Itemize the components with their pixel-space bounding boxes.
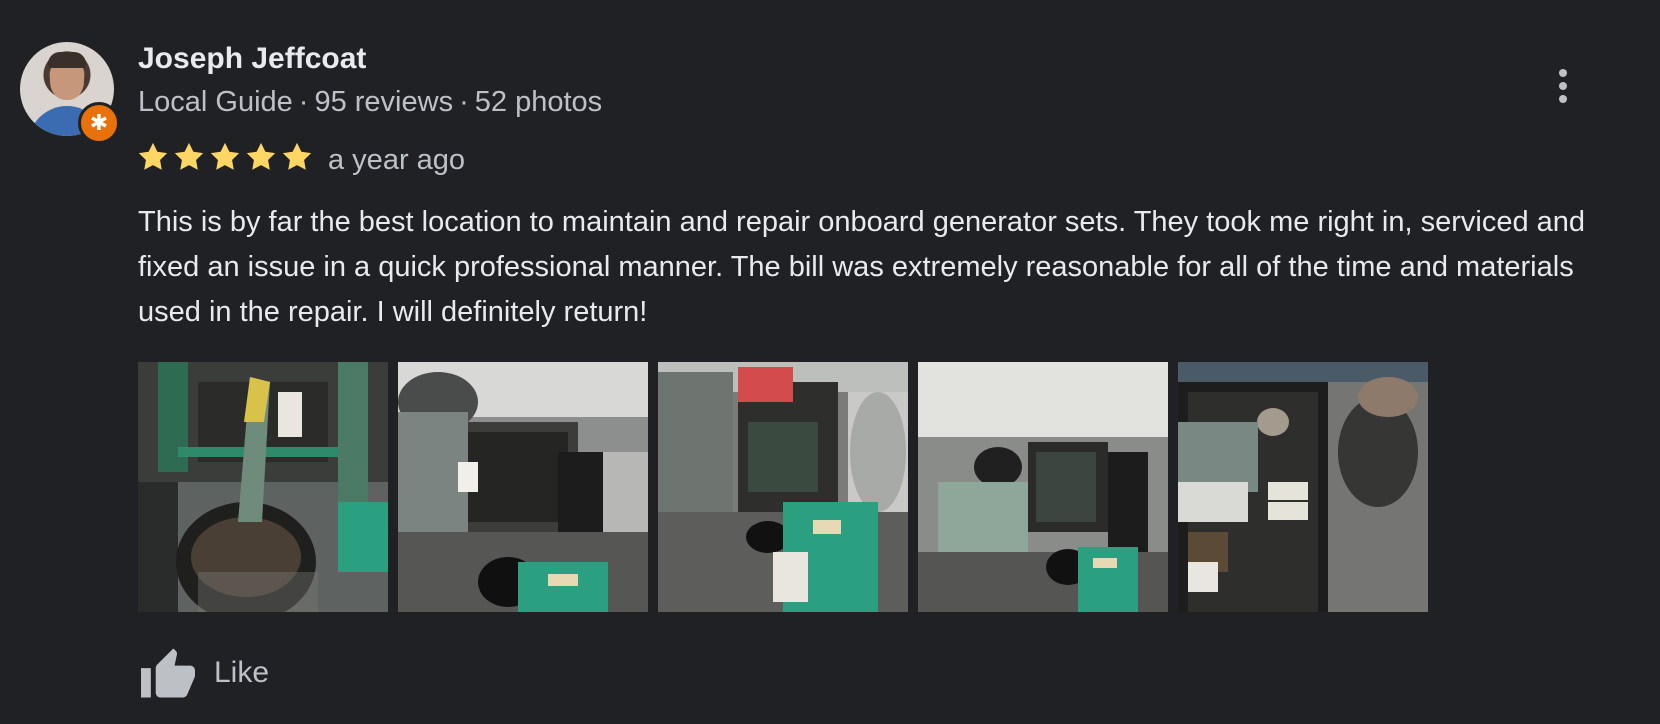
reviewer-name[interactable]: Joseph Jeffcoat (138, 42, 366, 76)
star-icon (174, 142, 204, 170)
local-guide-star-icon: ✱ (78, 102, 120, 144)
review-text: This is by far the best location to main… (138, 206, 1586, 328)
review-count: 95 reviews (314, 86, 454, 118)
review-photos (138, 362, 1428, 612)
thumbs-up-icon (141, 648, 195, 698)
review-photo-3[interactable] (658, 362, 908, 612)
star-icon (210, 142, 240, 170)
more-vert-icon-dot (1559, 82, 1567, 90)
review-card: ✱ Joseph Jeffcoat Local Guide · 95 reviews… (0, 0, 1660, 724)
star-icon (282, 142, 312, 170)
review-photo-5[interactable] (1178, 362, 1428, 612)
like-label: Like (214, 656, 270, 689)
photo-count: 52 photos (474, 86, 603, 118)
reviewer-avatar[interactable]: ✱ (20, 42, 120, 144)
review-photo-2[interactable] (398, 362, 648, 612)
review-photo-4[interactable] (918, 362, 1168, 612)
reviewer-meta: Local Guide · 95 reviews · 52 photos (138, 86, 602, 119)
more-vert-icon-dot (1559, 95, 1567, 103)
review-photo-1[interactable] (138, 362, 388, 612)
star-icon (246, 142, 276, 170)
meta-separator: · (298, 86, 309, 118)
review-time: a year ago (328, 144, 466, 176)
like-button[interactable]: Like (138, 646, 269, 700)
star-icon (138, 142, 168, 170)
star-rating (136, 140, 314, 174)
local-guide-label: Local Guide (138, 86, 293, 118)
more-options-button[interactable] (1548, 60, 1578, 112)
more-vert-icon-dot (1559, 69, 1567, 77)
meta-separator: · (459, 86, 469, 118)
